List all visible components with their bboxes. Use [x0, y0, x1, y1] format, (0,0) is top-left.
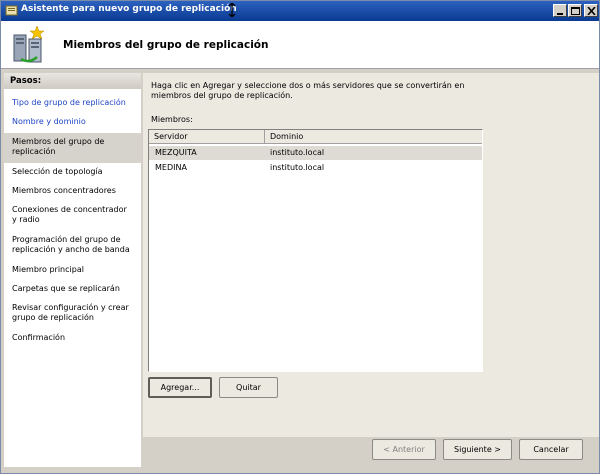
steps-pane: Pasos: Tipo de grupo de replicación Nomb… [4, 73, 141, 467]
content-pane: Haga clic en Agregar y seleccione dos o … [143, 73, 599, 437]
step-revisar: Revisar configuración y crear grupo de r… [12, 303, 129, 322]
list-header: Servidor Dominio [149, 130, 482, 144]
minimize-button[interactable] [553, 4, 567, 17]
step-confirmacion: Confirmación [12, 333, 66, 342]
step-miembros-concentradores: Miembros concentradores [12, 186, 116, 195]
step-tipo-grupo[interactable]: Tipo de grupo de replicación [4, 98, 141, 108]
step-programacion: Programación del grupo de replicación y … [12, 235, 130, 254]
step-seleccion-topologia: Selección de topología [12, 167, 103, 176]
remove-button[interactable]: Quitar [219, 377, 278, 398]
close-button[interactable] [584, 4, 598, 17]
wizard-footer: < Anterior Siguiente > Cancelar [143, 437, 599, 467]
step-carpetas: Carpetas que se replicarán [12, 284, 120, 293]
cancel-button[interactable]: Cancelar [519, 439, 583, 460]
members-list[interactable]: Servidor Dominio MEZQUITA instituto.loca… [148, 129, 483, 372]
domain-cell: instituto.local [270, 148, 325, 157]
maximize-icon [571, 7, 580, 15]
replication-servers-icon [13, 26, 45, 63]
step-conexiones: Conexiones de concentrador y radio [12, 205, 127, 224]
wizard-window: Asistente para nuevo grupo de replicació… [0, 0, 600, 474]
steps-title: Pasos: [4, 73, 141, 89]
instructions-text: Haga clic en Agregar y seleccione dos o … [151, 81, 465, 100]
members-label: Miembros: [151, 115, 193, 124]
minimize-icon [557, 13, 563, 15]
window-title: Asistente para nuevo grupo de replicació… [21, 4, 237, 14]
next-button[interactable]: Siguiente > [443, 439, 512, 460]
step-nombre-dominio[interactable]: Nombre y dominio [4, 117, 141, 127]
back-button[interactable]: < Anterior [372, 439, 436, 460]
server-cell: MEZQUITA [155, 148, 197, 157]
page-title: Miembros del grupo de replicación [63, 39, 269, 51]
step-miembros-current: Miembros del grupo de replicación [4, 133, 141, 163]
title-bar[interactable]: Asistente para nuevo grupo de replicació… [1, 1, 599, 21]
column-header-servidor[interactable]: Servidor [149, 130, 265, 144]
wizard-header: Miembros del grupo de replicación [1, 21, 599, 69]
server-cell: MEDINA [155, 163, 187, 172]
table-row[interactable]: MEZQUITA instituto.local [149, 146, 482, 160]
mouse-cursor-icon [228, 3, 236, 17]
add-button[interactable]: Agregar... [148, 377, 212, 398]
maximize-button[interactable] [568, 4, 582, 17]
column-header-dominio[interactable]: Dominio [265, 130, 482, 144]
close-icon [587, 7, 596, 15]
step-miembro-principal: Miembro principal [12, 265, 84, 274]
domain-cell: instituto.local [270, 163, 325, 172]
wizard-app-icon [5, 5, 18, 16]
table-row[interactable]: MEDINA instituto.local [149, 161, 482, 175]
